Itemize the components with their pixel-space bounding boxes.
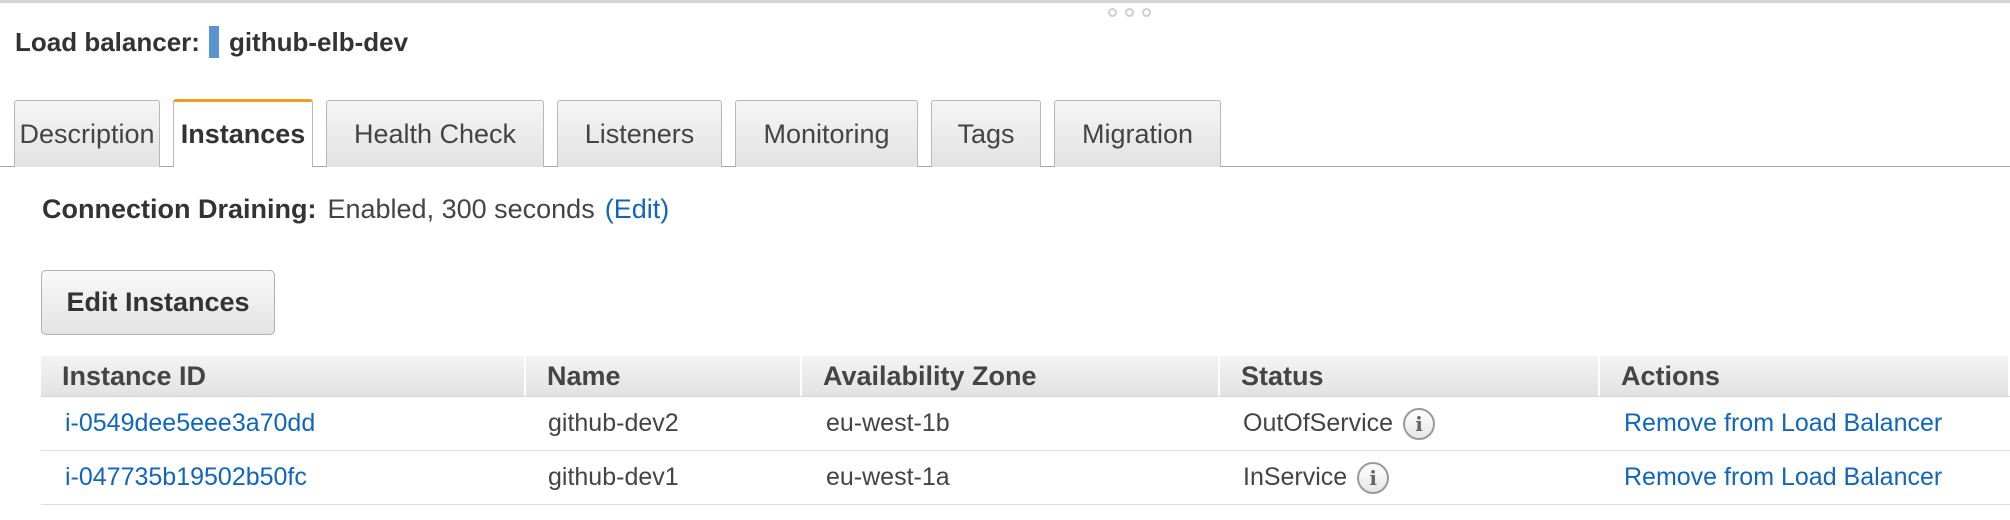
column-header-actions: Actions <box>1600 356 2010 396</box>
drag-dot-icon <box>1142 8 1151 17</box>
drag-dot-icon <box>1108 8 1117 17</box>
instance-id-cell: i-0549dee5eee3a70dd <box>41 397 526 450</box>
column-header-availability-zone[interactable]: Availability Zone <box>802 356 1220 396</box>
tab-listeners[interactable]: Listeners <box>557 100 722 167</box>
tab-instances[interactable]: Instances <box>173 99 313 167</box>
status-cell: InService i <box>1220 451 1600 504</box>
remove-from-load-balancer-link[interactable]: Remove from Load Balancer <box>1624 463 1942 492</box>
status-text: OutOfService <box>1243 409 1394 437</box>
connection-draining-label: Connection Draining: <box>42 194 317 224</box>
instance-id-cell: i-047735b19502b50fc <box>41 451 526 504</box>
load-balancer-marker-icon <box>208 26 219 58</box>
panel-drag-handle[interactable] <box>1108 8 1151 17</box>
actions-cell: Remove from Load Balancer <box>1600 451 2010 504</box>
info-icon[interactable]: i <box>1403 407 1436 440</box>
edit-instances-button[interactable]: Edit Instances <box>41 270 275 335</box>
status-text: InService <box>1243 463 1348 491</box>
column-header-name[interactable]: Name <box>526 356 802 396</box>
tab-monitoring[interactable]: Monitoring <box>735 100 918 167</box>
edit-connection-draining-link[interactable]: (Edit) <box>605 194 670 225</box>
connection-draining-value: Enabled, 300 seconds <box>327 194 595 224</box>
table-header-row: Instance ID Name Availability Zone Statu… <box>41 356 2010 397</box>
tab-description[interactable]: Description <box>14 100 160 167</box>
drag-dot-icon <box>1125 8 1134 17</box>
load-balancer-name: github-elb-dev <box>228 26 409 57</box>
instances-table: Instance ID Name Availability Zone Statu… <box>41 356 2010 505</box>
tab-health-check[interactable]: Health Check <box>326 100 544 167</box>
instance-name-cell: github-dev2 <box>548 409 679 437</box>
instance-name-cell: github-dev1 <box>548 463 679 491</box>
panel-resize-border[interactable] <box>0 0 2010 3</box>
availability-zone-cell: eu-west-1a <box>826 463 950 491</box>
table-row: i-047735b19502b50fc github-dev1 eu-west-… <box>41 451 2010 505</box>
status-cell: OutOfService i <box>1220 397 1600 450</box>
connection-draining: Connection Draining: Enabled, 300 second… <box>42 194 669 225</box>
header-label: Load balancer: <box>15 26 200 57</box>
column-header-instance-id[interactable]: Instance ID <box>41 356 526 396</box>
instance-id-link[interactable]: i-047735b19502b50fc <box>65 463 307 492</box>
table-row: i-0549dee5eee3a70dd github-dev2 eu-west-… <box>41 397 2010 451</box>
column-header-status[interactable]: Status <box>1220 356 1600 396</box>
instance-id-link[interactable]: i-0549dee5eee3a70dd <box>65 409 315 438</box>
availability-zone-cell: eu-west-1b <box>826 409 950 437</box>
tab-migration[interactable]: Migration <box>1054 100 1221 167</box>
tab-bar: Description Instances Health Check Liste… <box>14 99 1234 167</box>
tab-tags[interactable]: Tags <box>931 100 1041 167</box>
info-icon[interactable]: i <box>1357 461 1390 494</box>
actions-cell: Remove from Load Balancer <box>1600 397 2010 450</box>
load-balancer-header: Load balancer: github-elb-dev <box>15 24 408 60</box>
remove-from-load-balancer-link[interactable]: Remove from Load Balancer <box>1624 409 1942 438</box>
